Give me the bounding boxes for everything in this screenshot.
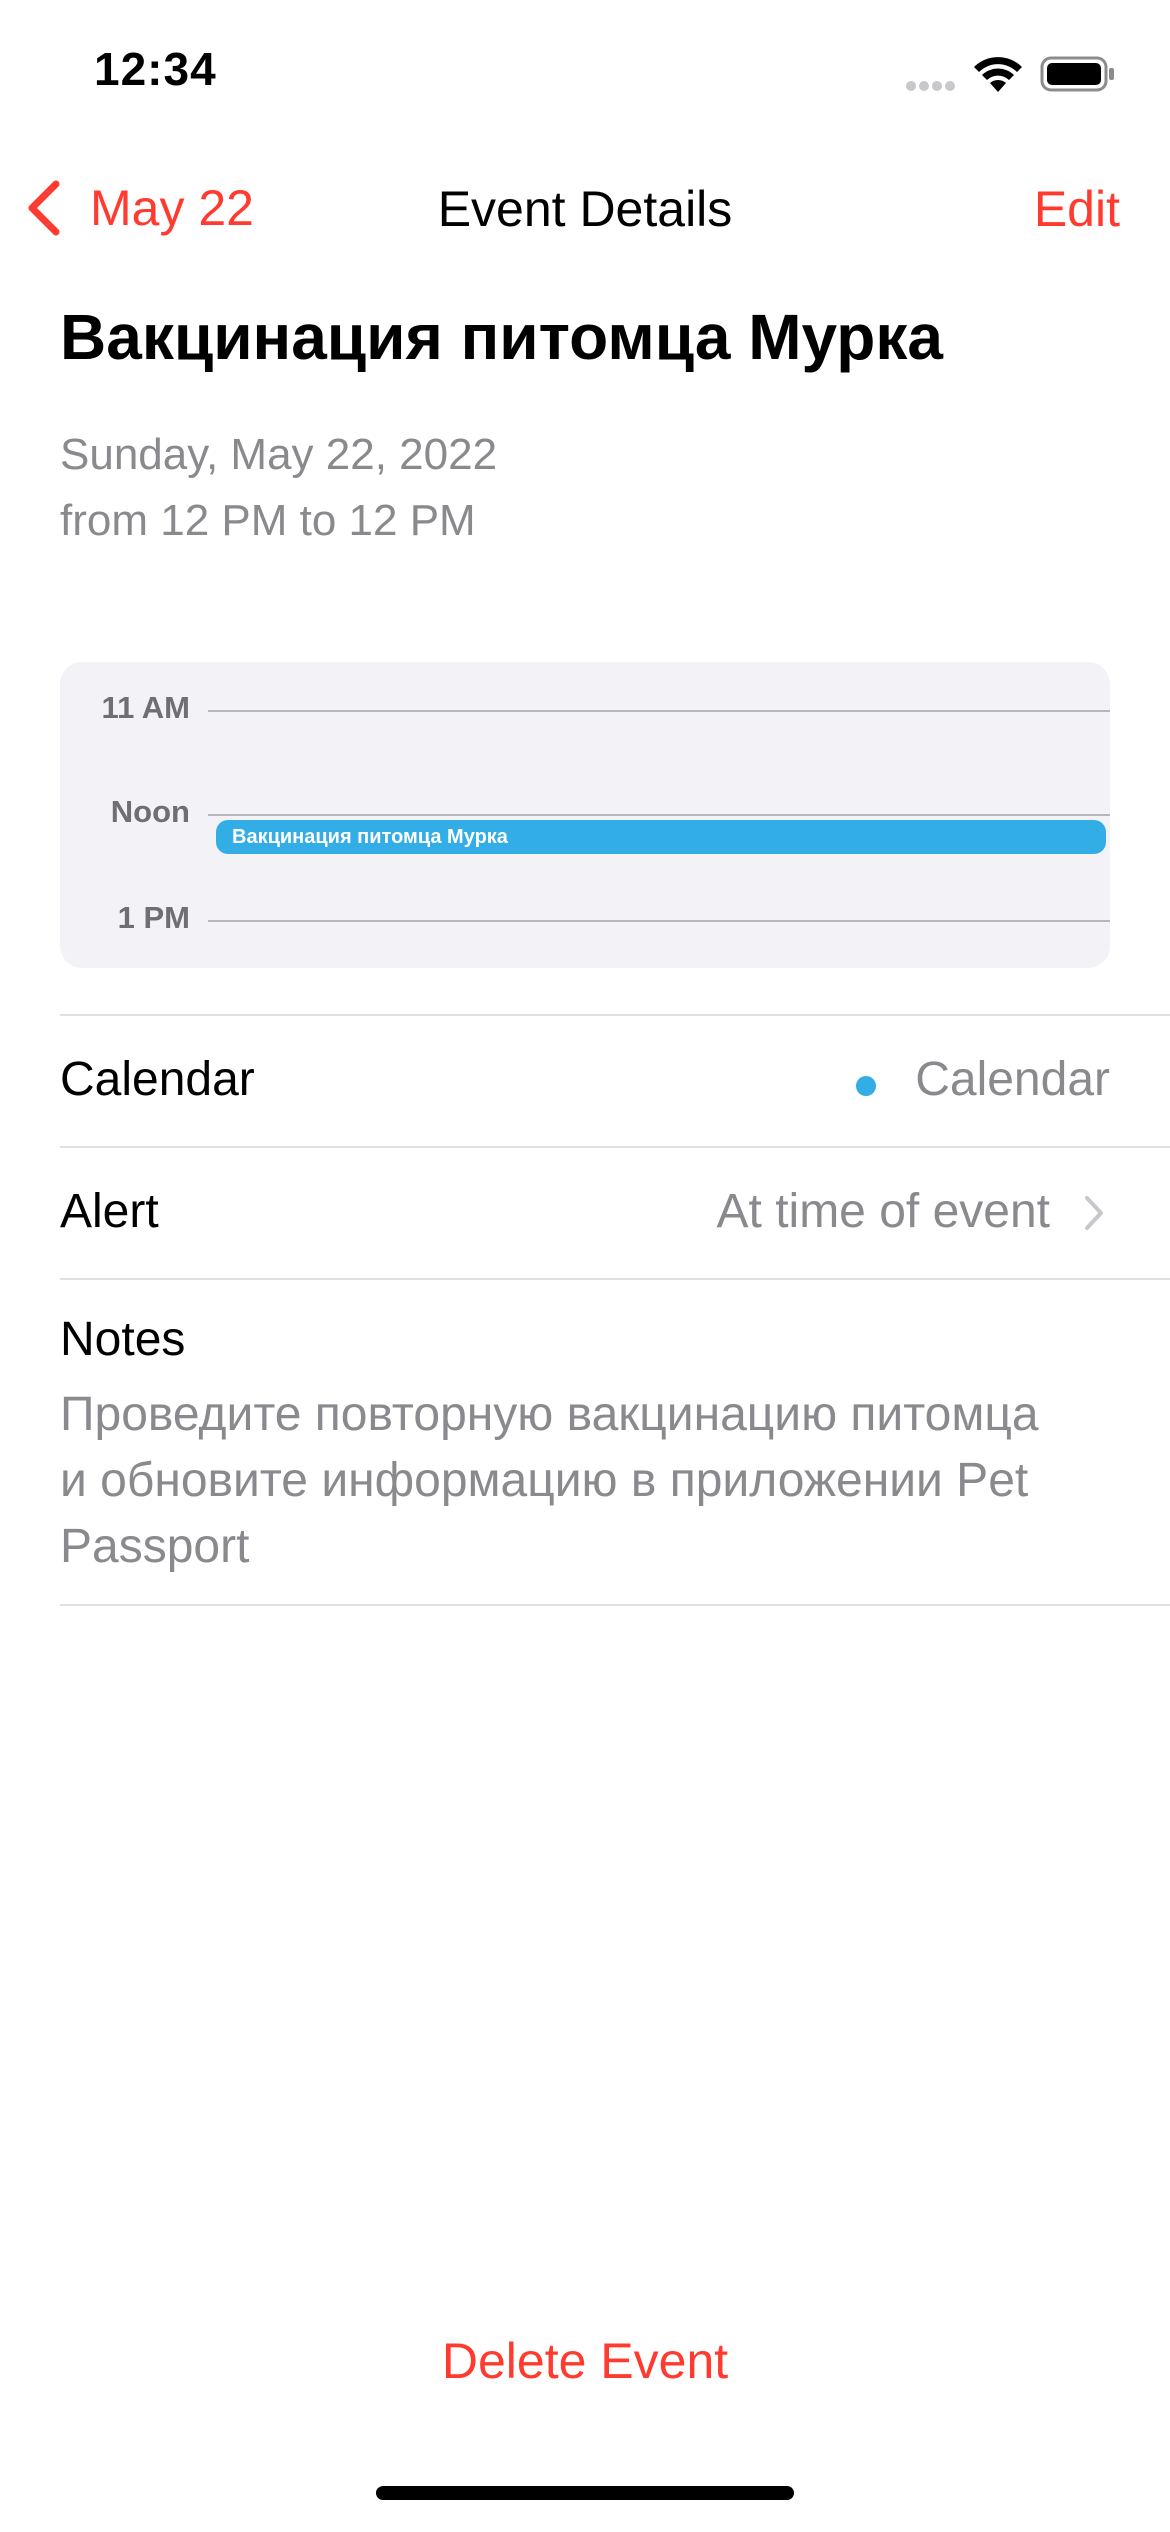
event-time-range: from 12 PM to 12 PM <box>60 496 476 545</box>
divider <box>60 1604 1170 1606</box>
event-date: Sunday, May 22, 2022 <box>60 430 498 479</box>
notes-text: Проведите повторную вакцинацию питомца и… <box>60 1388 1039 1573</box>
calendar-value: Calendar <box>915 1053 1110 1106</box>
alert-label: Alert <box>60 1185 159 1238</box>
timeline-event-block[interactable]: Вакцинация питомца Мурка <box>216 820 1106 854</box>
timeline-label-1pm: 1 PM <box>117 900 190 935</box>
status-time: 12:34 <box>94 43 217 95</box>
notes-label: Notes <box>60 1313 186 1366</box>
day-timeline-preview[interactable]: 11 AM Noon Вакцинация питомца Мурка 1 PM <box>60 662 1110 968</box>
timeline-hour-line <box>208 710 1110 712</box>
wifi-icon <box>974 57 1022 92</box>
calendar-row[interactable]: Calendar Calendar <box>0 1016 1170 1146</box>
signal-icon <box>906 81 955 91</box>
alert-value: At time of event <box>716 1185 1051 1238</box>
calendar-color-dot <box>856 1076 876 1096</box>
delete-event-button[interactable]: Delete Event <box>0 2332 1170 2390</box>
alert-row[interactable]: Alert At time of event <box>0 1148 1170 1278</box>
divider <box>60 1278 1170 1280</box>
page-title: Event Details <box>437 181 733 237</box>
timeline-hour-line <box>208 920 1110 922</box>
event-title: Вакцинация питомца Мурка <box>60 301 943 373</box>
edit-button[interactable]: Edit <box>1034 180 1120 238</box>
calendar-label: Calendar <box>60 1053 255 1106</box>
timeline-label-noon: Noon <box>110 794 190 829</box>
timeline-hour-line <box>208 814 1110 816</box>
timeline-label-11am: 11 AM <box>101 690 190 725</box>
home-indicator[interactable] <box>376 2486 794 2500</box>
chevron-right-icon <box>1085 1196 1103 1230</box>
battery-icon <box>1040 56 1114 92</box>
